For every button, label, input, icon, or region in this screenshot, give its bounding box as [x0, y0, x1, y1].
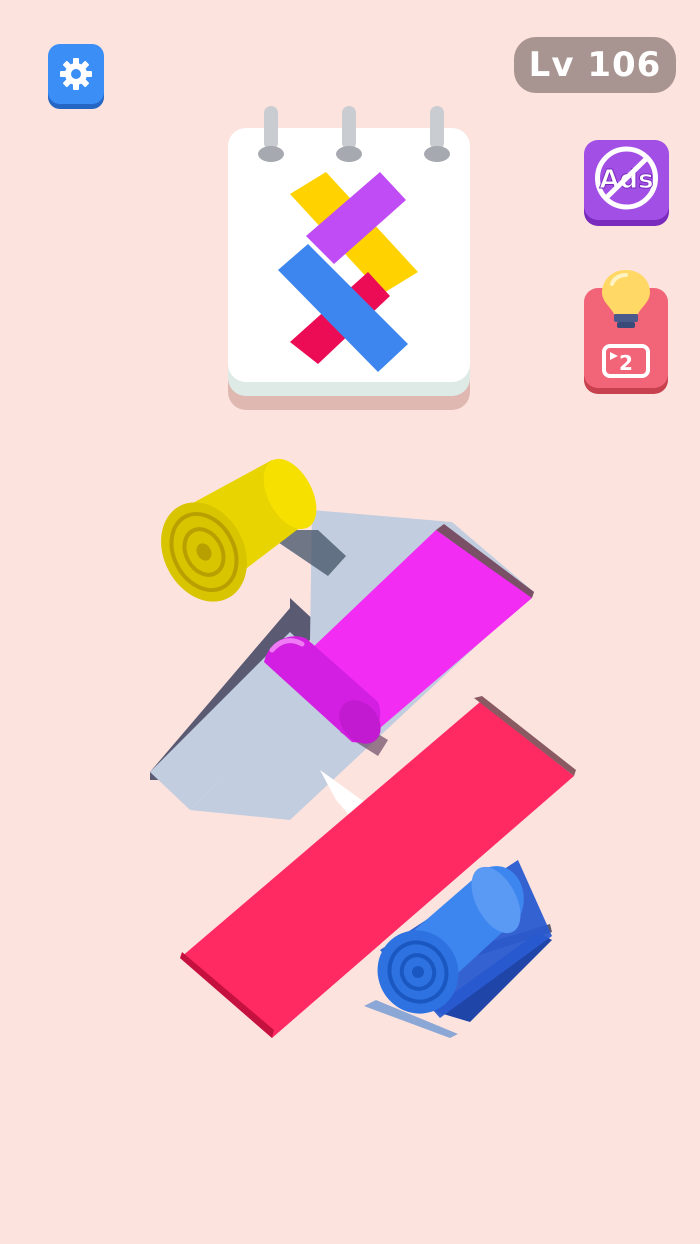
level-label: Lv 106 — [528, 45, 662, 85]
settings-button[interactable] — [48, 44, 104, 104]
level-indicator: Lv 106 — [514, 37, 676, 93]
no-ads-icon: Ads — [595, 146, 658, 210]
target-pattern-card — [226, 104, 472, 412]
game-board[interactable] — [140, 440, 600, 1060]
video-play-icon: 2 — [602, 344, 650, 378]
gear-icon — [60, 58, 92, 90]
hint-count: 2 — [619, 351, 633, 375]
hint-button[interactable]: 2 — [584, 270, 668, 388]
remove-ads-button[interactable]: Ads — [584, 140, 669, 220]
lightbulb-icon — [602, 270, 650, 328]
